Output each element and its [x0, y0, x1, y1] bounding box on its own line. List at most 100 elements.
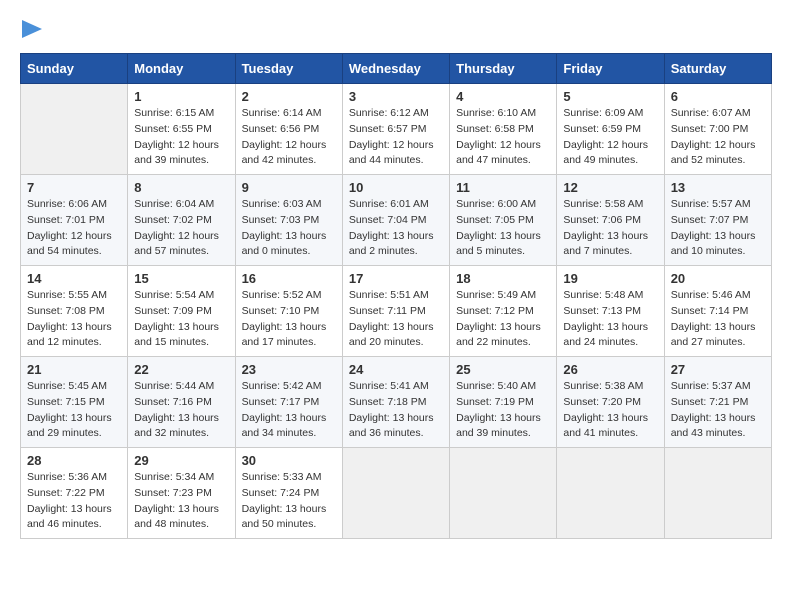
calendar-cell: 8Sunrise: 6:04 AMSunset: 7:02 PMDaylight… — [128, 175, 235, 266]
calendar-cell: 18Sunrise: 5:49 AMSunset: 7:12 PMDayligh… — [450, 266, 557, 357]
calendar-cell: 7 Sunrise: 6:06 AMSunset: 7:01 PMDaylight… — [21, 175, 128, 266]
header-day-wednesday: Wednesday — [342, 54, 449, 84]
day-info: Sunrise: 6:07 AMSunset: 7:00 PMDaylight:… — [671, 106, 765, 169]
day-info: Sunrise: 5:49 AMSunset: 7:12 PMDaylight:… — [456, 288, 550, 351]
day-number: 5 — [563, 89, 657, 104]
calendar-cell: 6 Sunrise: 6:07 AMSunset: 7:00 PMDaylight… — [664, 84, 771, 175]
calendar-cell: 21Sunrise: 5:45 AMSunset: 7:15 PMDayligh… — [21, 357, 128, 448]
calendar-cell: 20 Sunrise: 5:46 AMSunset: 7:14 PMDayligh… — [664, 266, 771, 357]
page-header — [20, 20, 772, 43]
day-info: Sunrise: 5:38 AMSunset: 7:20 PMDaylight:… — [563, 379, 657, 442]
day-number: 24 — [349, 362, 443, 377]
day-info: Sunrise: 5:42 AMSunset: 7:17 PMDaylight:… — [242, 379, 336, 442]
calendar-cell: 29 Sunrise: 5:34 AMSunset: 7:23 PMDayligh… — [128, 448, 235, 539]
calendar-cell: 3Sunrise: 6:12 AMSunset: 6:57 PMDaylight… — [342, 84, 449, 175]
logo-arrow-icon — [22, 20, 42, 38]
day-info: Sunrise: 5:58 AMSunset: 7:06 PMDaylight:… — [563, 197, 657, 260]
day-info: Sunrise: 5:33 AMSunset: 7:24 PMDaylight:… — [242, 470, 336, 533]
calendar-cell: 27 Sunrise: 5:37 AMSunset: 7:21 PMDayligh… — [664, 357, 771, 448]
day-number: 6 — [671, 89, 765, 104]
day-info: Sunrise: 6:06 AMSunset: 7:01 PMDaylight:… — [27, 197, 121, 260]
day-number: 11 — [456, 180, 550, 195]
day-number: 26 — [563, 362, 657, 377]
header-row: SundayMondayTuesdayWednesdayThursdayFrid… — [21, 54, 772, 84]
calendar-cell: 30 Sunrise: 5:33 AMSunset: 7:24 PMDayligh… — [235, 448, 342, 539]
day-number: 28 — [27, 453, 121, 468]
calendar-cell: 17 Sunrise: 5:51 AMSunset: 7:11 PMDayligh… — [342, 266, 449, 357]
day-info: Sunrise: 5:46 AMSunset: 7:14 PMDaylight:… — [671, 288, 765, 351]
calendar-cell: 9 Sunrise: 6:03 AMSunset: 7:03 PMDaylight… — [235, 175, 342, 266]
day-number: 4 — [456, 89, 550, 104]
day-info: Sunrise: 6:01 AMSunset: 7:04 PMDaylight:… — [349, 197, 443, 260]
calendar-cell: 24Sunrise: 5:41 AMSunset: 7:18 PMDayligh… — [342, 357, 449, 448]
header-day-monday: Monday — [128, 54, 235, 84]
calendar-cell — [664, 448, 771, 539]
day-info: Sunrise: 6:15 AMSunset: 6:55 PMDaylight:… — [134, 106, 228, 169]
calendar-cell: 16Sunrise: 5:52 AMSunset: 7:10 PMDayligh… — [235, 266, 342, 357]
calendar-cell: 12 Sunrise: 5:58 AMSunset: 7:06 PMDayligh… — [557, 175, 664, 266]
week-row-2: 7 Sunrise: 6:06 AMSunset: 7:01 PMDaylight… — [21, 175, 772, 266]
day-info: Sunrise: 6:14 AMSunset: 6:56 PMDaylight:… — [242, 106, 336, 169]
header-day-sunday: Sunday — [21, 54, 128, 84]
day-info: Sunrise: 5:48 AMSunset: 7:13 PMDaylight:… — [563, 288, 657, 351]
calendar-cell — [557, 448, 664, 539]
day-info: Sunrise: 5:51 AMSunset: 7:11 PMDaylight:… — [349, 288, 443, 351]
day-info: Sunrise: 6:00 AMSunset: 7:05 PMDaylight:… — [456, 197, 550, 260]
logo — [20, 20, 42, 43]
day-info: Sunrise: 5:44 AMSunset: 7:16 PMDaylight:… — [134, 379, 228, 442]
header-day-saturday: Saturday — [664, 54, 771, 84]
day-number: 15 — [134, 271, 228, 286]
day-info: Sunrise: 5:34 AMSunset: 7:23 PMDaylight:… — [134, 470, 228, 533]
calendar-cell — [342, 448, 449, 539]
day-number: 14 — [27, 271, 121, 286]
day-info: Sunrise: 5:52 AMSunset: 7:10 PMDaylight:… — [242, 288, 336, 351]
day-number: 30 — [242, 453, 336, 468]
day-info: Sunrise: 6:03 AMSunset: 7:03 PMDaylight:… — [242, 197, 336, 260]
header-day-thursday: Thursday — [450, 54, 557, 84]
day-number: 29 — [134, 453, 228, 468]
calendar-cell: 1 Sunrise: 6:15 AMSunset: 6:55 PMDaylight… — [128, 84, 235, 175]
day-number: 9 — [242, 180, 336, 195]
calendar-cell: 14 Sunrise: 5:55 AMSunset: 7:08 PMDayligh… — [21, 266, 128, 357]
calendar-table: SundayMondayTuesdayWednesdayThursdayFrid… — [20, 53, 772, 539]
day-number: 23 — [242, 362, 336, 377]
calendar-cell — [21, 84, 128, 175]
day-number: 3 — [349, 89, 443, 104]
week-row-5: 28 Sunrise: 5:36 AMSunset: 7:22 PMDayligh… — [21, 448, 772, 539]
day-number: 7 — [27, 180, 121, 195]
calendar-cell — [450, 448, 557, 539]
day-number: 27 — [671, 362, 765, 377]
day-info: Sunrise: 6:09 AMSunset: 6:59 PMDaylight:… — [563, 106, 657, 169]
calendar-cell: 28 Sunrise: 5:36 AMSunset: 7:22 PMDayligh… — [21, 448, 128, 539]
day-info: Sunrise: 5:54 AMSunset: 7:09 PMDaylight:… — [134, 288, 228, 351]
week-row-1: 1 Sunrise: 6:15 AMSunset: 6:55 PMDaylight… — [21, 84, 772, 175]
header-day-tuesday: Tuesday — [235, 54, 342, 84]
day-number: 25 — [456, 362, 550, 377]
day-info: Sunrise: 5:55 AMSunset: 7:08 PMDaylight:… — [27, 288, 121, 351]
day-number: 12 — [563, 180, 657, 195]
day-info: Sunrise: 5:37 AMSunset: 7:21 PMDaylight:… — [671, 379, 765, 442]
day-number: 1 — [134, 89, 228, 104]
day-number: 20 — [671, 271, 765, 286]
day-number: 10 — [349, 180, 443, 195]
week-row-4: 21Sunrise: 5:45 AMSunset: 7:15 PMDayligh… — [21, 357, 772, 448]
week-row-3: 14 Sunrise: 5:55 AMSunset: 7:08 PMDayligh… — [21, 266, 772, 357]
calendar-cell: 4Sunrise: 6:10 AMSunset: 6:58 PMDaylight… — [450, 84, 557, 175]
day-number: 19 — [563, 271, 657, 286]
day-info: Sunrise: 5:36 AMSunset: 7:22 PMDaylight:… — [27, 470, 121, 533]
day-number: 22 — [134, 362, 228, 377]
calendar-cell: 11 Sunrise: 6:00 AMSunset: 7:05 PMDayligh… — [450, 175, 557, 266]
calendar-cell: 2 Sunrise: 6:14 AMSunset: 6:56 PMDaylight… — [235, 84, 342, 175]
day-number: 2 — [242, 89, 336, 104]
day-number: 8 — [134, 180, 228, 195]
calendar-cell: 10 Sunrise: 6:01 AMSunset: 7:04 PMDayligh… — [342, 175, 449, 266]
day-info: Sunrise: 5:40 AMSunset: 7:19 PMDaylight:… — [456, 379, 550, 442]
calendar-cell: 23 Sunrise: 5:42 AMSunset: 7:17 PMDayligh… — [235, 357, 342, 448]
calendar-cell: 19 Sunrise: 5:48 AMSunset: 7:13 PMDayligh… — [557, 266, 664, 357]
day-number: 13 — [671, 180, 765, 195]
calendar-body: 1 Sunrise: 6:15 AMSunset: 6:55 PMDaylight… — [21, 84, 772, 539]
day-info: Sunrise: 5:57 AMSunset: 7:07 PMDaylight:… — [671, 197, 765, 260]
calendar-cell: 25 Sunrise: 5:40 AMSunset: 7:19 PMDayligh… — [450, 357, 557, 448]
day-number: 17 — [349, 271, 443, 286]
calendar-header: SundayMondayTuesdayWednesdayThursdayFrid… — [21, 54, 772, 84]
